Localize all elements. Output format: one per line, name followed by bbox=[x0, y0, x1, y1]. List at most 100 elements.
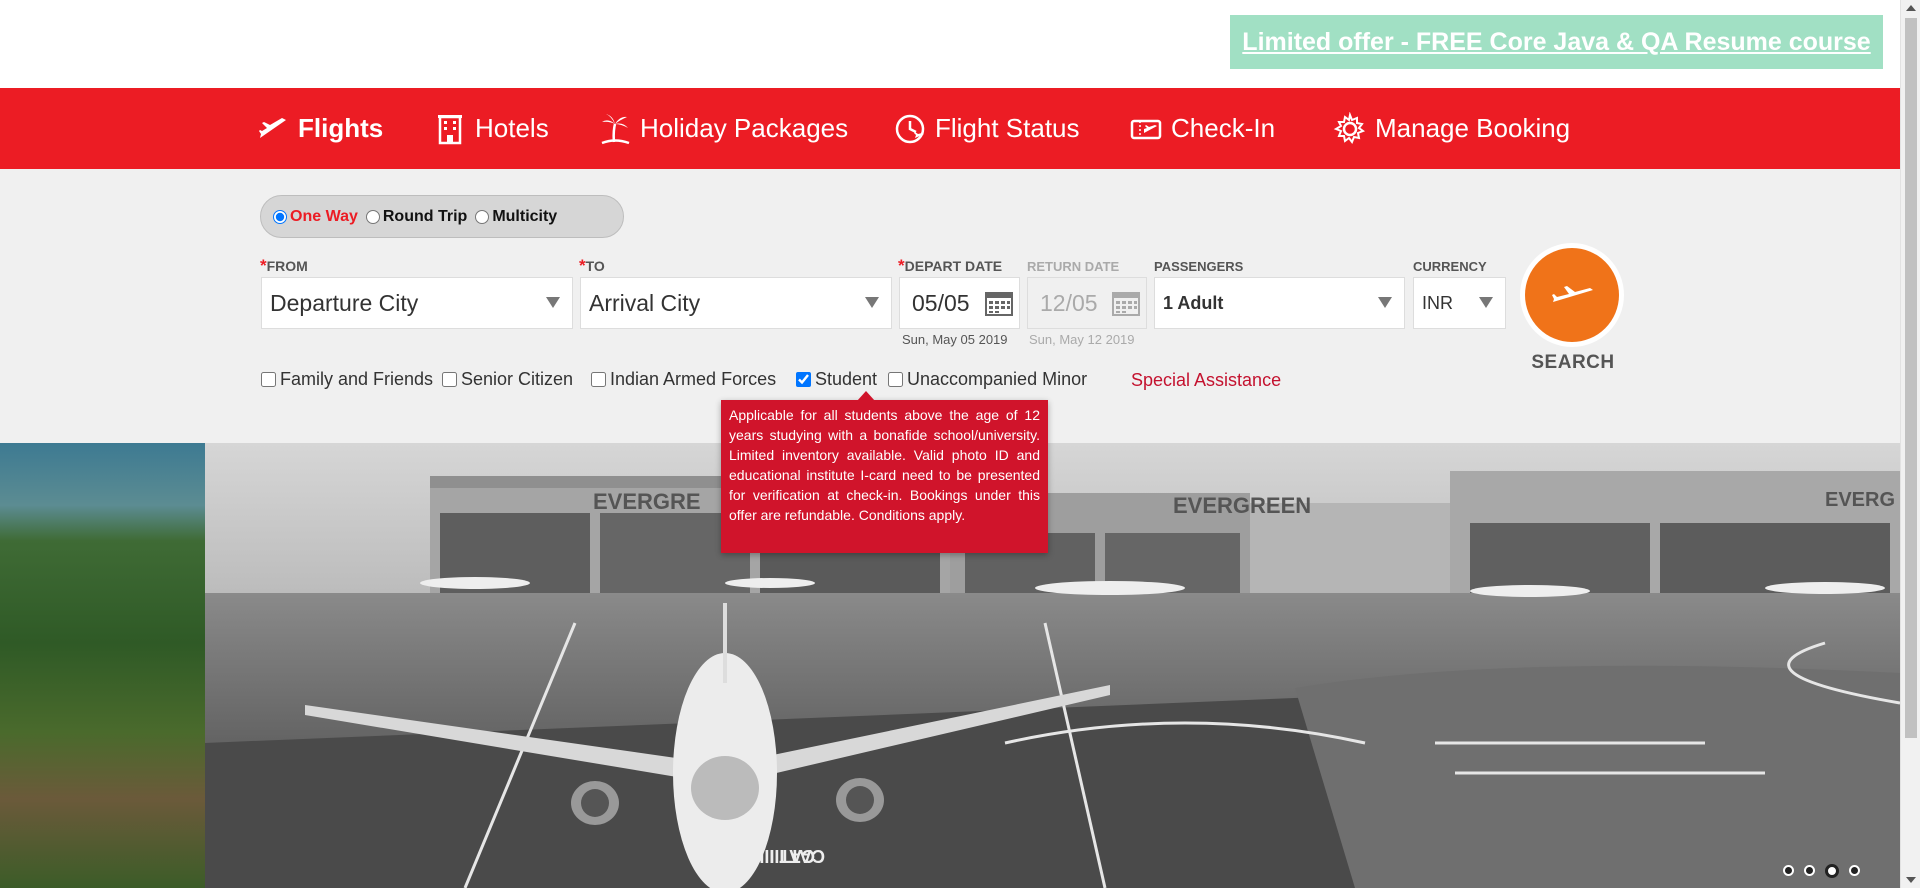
nav-item-holiday-packages[interactable]: Holiday Packages bbox=[598, 88, 848, 169]
family-friends-checkbox[interactable] bbox=[261, 372, 276, 387]
nav-item-hotels[interactable]: Hotels bbox=[433, 88, 549, 169]
nav-label-holiday-packages: Holiday Packages bbox=[640, 113, 849, 143]
return-date-value: 12/05 bbox=[1040, 289, 1098, 316]
calendar-icon[interactable] bbox=[985, 290, 1013, 316]
search-button-inner bbox=[1525, 248, 1619, 342]
scroll-down-icon[interactable] bbox=[1906, 877, 1916, 883]
family-friends-option[interactable]: Family and Friends bbox=[261, 369, 433, 390]
nav-label-manage-booking: Manage Booking bbox=[1375, 113, 1571, 143]
gear-icon bbox=[1333, 111, 1367, 146]
armed-forces-option[interactable]: Indian Armed Forces bbox=[591, 369, 776, 390]
unaccompanied-minor-option[interactable]: Unaccompanied Minor bbox=[888, 369, 1087, 390]
senior-citizen-label: Senior Citizen bbox=[461, 369, 574, 389]
passengers-value: 1 Adult bbox=[1163, 292, 1224, 313]
passengers-label: PASSENGERS bbox=[1154, 259, 1244, 274]
nav-label-flights: Flights bbox=[298, 113, 384, 143]
multicity-option[interactable]: Multicity bbox=[475, 208, 557, 226]
hangar-sign-right: EVERG bbox=[1825, 489, 1895, 511]
return-date-sub: Sun, May 12 2019 bbox=[1029, 332, 1135, 347]
palm-tree-icon bbox=[598, 112, 632, 146]
hangar-sign-center: EVERGREEN bbox=[1173, 493, 1311, 518]
nav-label-check-in: Check-In bbox=[1171, 113, 1276, 143]
family-friends-label: Family and Friends bbox=[280, 369, 434, 389]
student-checkbox[interactable] bbox=[796, 372, 811, 387]
search-label: SEARCH bbox=[1531, 352, 1615, 373]
unaccompanied-minor-label: Unaccompanied Minor bbox=[907, 369, 1088, 389]
currency-select[interactable]: INR bbox=[1413, 277, 1506, 329]
from-label: *FROM bbox=[260, 256, 308, 276]
student-option[interactable]: Student bbox=[796, 369, 877, 390]
nav-label-hotels: Hotels bbox=[475, 113, 549, 143]
from-select[interactable]: Departure City bbox=[261, 277, 573, 329]
carousel-dot[interactable] bbox=[1783, 865, 1794, 876]
armed-forces-checkbox[interactable] bbox=[591, 372, 606, 387]
one-way-radio[interactable] bbox=[273, 209, 287, 224]
hotel-icon bbox=[433, 112, 467, 146]
ticket-icon bbox=[1129, 112, 1163, 146]
required-mark: * bbox=[260, 256, 267, 275]
to-value: Arrival City bbox=[589, 289, 701, 316]
plane-icon bbox=[1552, 286, 1593, 302]
senior-citizen-checkbox[interactable] bbox=[442, 372, 457, 387]
calendar-icon[interactable] bbox=[1112, 290, 1140, 316]
armed-forces-label: Indian Armed Forces bbox=[610, 369, 777, 389]
nav-item-flight-status[interactable]: Flight Status bbox=[893, 88, 1080, 169]
multicity-label: Multicity bbox=[492, 207, 558, 225]
round-trip-option[interactable]: Round Trip bbox=[365, 207, 468, 226]
nav-label-flight-status: Flight Status bbox=[935, 113, 1080, 143]
plane-icon bbox=[256, 112, 290, 146]
passengers-select[interactable]: 1 Adult bbox=[1154, 277, 1405, 329]
depart-label-text: DEPART DATE bbox=[904, 258, 1003, 274]
student-label: Student bbox=[815, 369, 878, 389]
from-value: Departure City bbox=[270, 289, 419, 316]
flight-status-icon bbox=[893, 112, 927, 146]
carousel-dot[interactable] bbox=[1804, 865, 1815, 876]
carousel-dot-active[interactable] bbox=[1825, 864, 1839, 878]
depart-date-sub: Sun, May 05 2019 bbox=[902, 332, 1008, 347]
required-mark: * bbox=[579, 256, 586, 275]
to-label-text: TO bbox=[585, 258, 605, 274]
unaccompanied-minor-checkbox[interactable] bbox=[888, 372, 903, 387]
special-assistance-link[interactable]: Special Assistance bbox=[1131, 370, 1281, 391]
chevron-down-icon bbox=[1378, 297, 1392, 308]
hero-side-image bbox=[0, 443, 205, 888]
nav-item-flights[interactable]: Flights bbox=[256, 88, 383, 169]
round-trip-radio[interactable] bbox=[365, 209, 380, 224]
hero-image: EVERGRE EVERGREEN EVERG CAT III CAT III bbox=[205, 443, 1900, 888]
student-tooltip: Applicable for all students above the ag… bbox=[721, 391, 1048, 553]
one-way-label: One Way bbox=[290, 207, 358, 225]
chevron-down-icon bbox=[865, 297, 879, 308]
nav-item-manage-booking[interactable]: Manage Booking bbox=[1333, 88, 1570, 169]
to-label: *TO bbox=[579, 256, 605, 276]
required-mark: * bbox=[898, 256, 905, 275]
currency-value: INR bbox=[1422, 292, 1453, 313]
depart-date-input[interactable]: 05/05 bbox=[899, 277, 1020, 329]
senior-citizen-option[interactable]: Senior Citizen bbox=[442, 369, 573, 390]
from-label-text: FROM bbox=[266, 258, 308, 274]
promo-link[interactable]: Limited offer - FREE Core Java & QA Resu… bbox=[1242, 28, 1870, 57]
round-trip-label: Round Trip bbox=[382, 207, 468, 225]
currency-label: CURRENCY bbox=[1413, 259, 1487, 274]
main-nav: Flights Hotels Holiday Packages Flight S… bbox=[0, 88, 1900, 169]
carousel-dots bbox=[1773, 864, 1860, 878]
multicity-radio[interactable] bbox=[475, 209, 490, 224]
nav-item-check-in[interactable]: Check-In bbox=[1129, 88, 1275, 169]
page: Limited offer - FREE Core Java & QA Resu… bbox=[0, 0, 1920, 888]
to-select[interactable]: Arrival City bbox=[580, 277, 892, 329]
page-scrollbar[interactable] bbox=[1900, 0, 1920, 888]
return-date-label: RETURN DATE bbox=[1027, 259, 1120, 274]
chevron-down-icon bbox=[1479, 297, 1493, 308]
return-date-input[interactable]: 12/05 bbox=[1027, 277, 1147, 329]
scrollbar-thumb[interactable] bbox=[1905, 18, 1917, 738]
depart-date-value: 05/05 bbox=[912, 289, 970, 316]
hangar-sign-left: EVERGRE bbox=[593, 489, 701, 514]
chevron-down-icon bbox=[546, 297, 560, 308]
scroll-up-icon[interactable] bbox=[1906, 5, 1916, 11]
runway-marking: CAT III bbox=[769, 846, 825, 866]
one-way-option[interactable]: One Way bbox=[273, 208, 358, 226]
trip-type-selector: One Way Round Trip Multicity bbox=[260, 195, 624, 238]
carousel-dot[interactable] bbox=[1849, 865, 1860, 876]
search-button[interactable] bbox=[1520, 243, 1624, 347]
depart-date-label: *DEPART DATE bbox=[898, 256, 1002, 276]
promo-banner[interactable]: Limited offer - FREE Core Java & QA Resu… bbox=[1230, 15, 1883, 69]
